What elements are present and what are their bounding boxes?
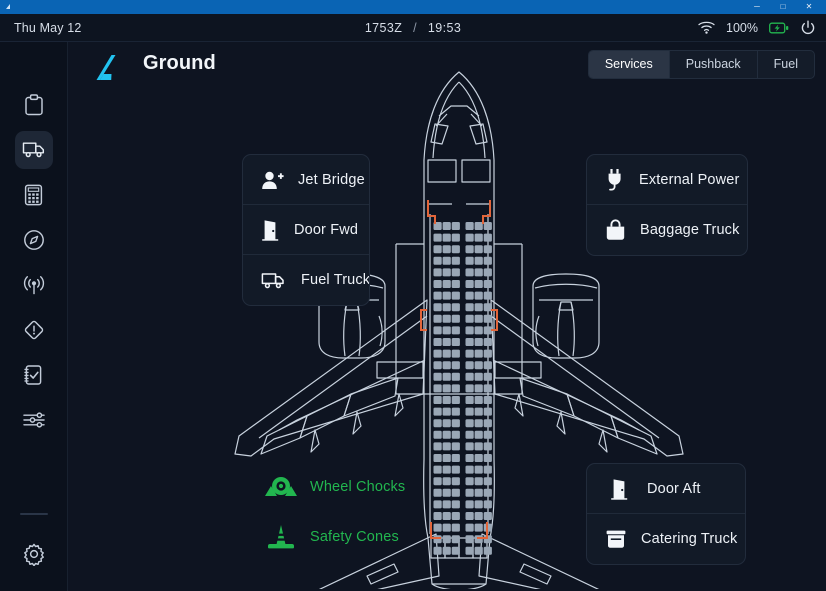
gear-icon (23, 543, 44, 566)
power-plug-icon (605, 168, 625, 191)
airline-tailfin-logo (96, 55, 116, 80)
service-label: Baggage Truck (640, 222, 740, 238)
service-jet-bridge[interactable]: Jet Bridge (243, 155, 369, 205)
status-wheel-chocks[interactable]: Wheel Chocks (264, 475, 405, 499)
baggage-bag-icon (605, 219, 626, 241)
status-indicators: 100% (698, 20, 816, 36)
status-time-zulu: 1753Z (364, 20, 403, 35)
status-label: Wheel Chocks (310, 479, 406, 495)
service-fuel-truck[interactable]: Fuel Truck (243, 255, 369, 305)
safety-cone-icon (264, 524, 298, 550)
broadcast-icon (23, 276, 44, 295)
status-time-separator: / (413, 20, 418, 35)
catering-truck-icon (605, 529, 627, 549)
calculator-icon (24, 184, 43, 206)
door-icon (261, 219, 280, 241)
clipboard-icon (24, 94, 43, 116)
window-close-button[interactable]: ✕ (796, 0, 822, 14)
service-label: Door Aft (647, 480, 701, 497)
sidebar-item-ground-services[interactable] (14, 131, 53, 169)
service-label: Fuel Truck (301, 272, 370, 288)
sidebar-item-calculator[interactable] (15, 176, 53, 214)
service-door-fwd[interactable]: Door Fwd (243, 205, 369, 255)
sidebar-item-checklist[interactable] (15, 356, 53, 394)
sidebar-item-settings-sliders[interactable] (15, 401, 53, 439)
sidebar-item-radio[interactable] (15, 266, 53, 304)
power-icon[interactable] (800, 20, 816, 36)
sidebar-item-alerts[interactable] (15, 311, 53, 349)
sidebar-item-settings[interactable] (15, 535, 53, 573)
sidebar-item-clipboard[interactable] (15, 86, 53, 124)
service-label: Catering Truck (641, 531, 738, 547)
app-window: ─ □ ✕ Thu May 12 1753Z / 19:53 100% Grou… (0, 0, 826, 591)
service-baggage-truck[interactable]: Baggage Truck (587, 205, 747, 255)
window-app-icon (6, 4, 10, 9)
person-plus-icon (261, 170, 284, 190)
battery-charging-icon (769, 22, 789, 33)
service-panel-left: Jet Bridge Door Fwd Fuel Truck (242, 154, 370, 306)
cabin-seat-map (433, 222, 492, 555)
battery-percent-label: 100% (726, 20, 758, 35)
service-external-power[interactable]: External Power (587, 155, 747, 205)
service-door-aft[interactable]: Door Aft (587, 464, 745, 514)
warning-diamond-icon (24, 320, 43, 340)
window-maximize-button[interactable]: □ (770, 0, 796, 14)
service-panel-right: External Power Baggage Truck (586, 154, 748, 256)
content-area: Ground Services Pushback Fuel Jet Bridge… (68, 42, 826, 591)
service-label: External Power (639, 171, 740, 188)
checklist-icon (24, 365, 42, 385)
sidebar-divider (19, 513, 48, 515)
main-layout: Ground Services Pushback Fuel Jet Bridge… (0, 42, 826, 591)
fuel-truck-icon (261, 271, 287, 290)
truck-icon (22, 142, 44, 158)
sidebar-item-navigation[interactable] (15, 221, 53, 259)
sliders-icon (22, 412, 45, 428)
door-icon (605, 478, 633, 500)
status-safety-cones[interactable]: Safety Cones (264, 524, 399, 550)
status-bar: Thu May 12 1753Z / 19:53 100% (0, 14, 826, 42)
window-titlebar: ─ □ ✕ (0, 0, 826, 14)
compass-icon (23, 230, 44, 250)
service-label: Jet Bridge (298, 171, 365, 188)
status-time-local: 19:53 (427, 20, 462, 35)
status-label: Safety Cones (310, 529, 399, 545)
service-label: Door Fwd (294, 221, 359, 238)
wifi-icon (698, 21, 715, 34)
tab-fuel[interactable]: Fuel (758, 51, 814, 78)
service-catering-truck[interactable]: Catering Truck (587, 514, 745, 564)
wheel-chocks-icon (264, 475, 298, 499)
service-panel-bottom: Door Aft Catering Truck (586, 463, 746, 565)
window-minimize-button[interactable]: ─ (744, 0, 770, 14)
sidebar (0, 42, 68, 591)
